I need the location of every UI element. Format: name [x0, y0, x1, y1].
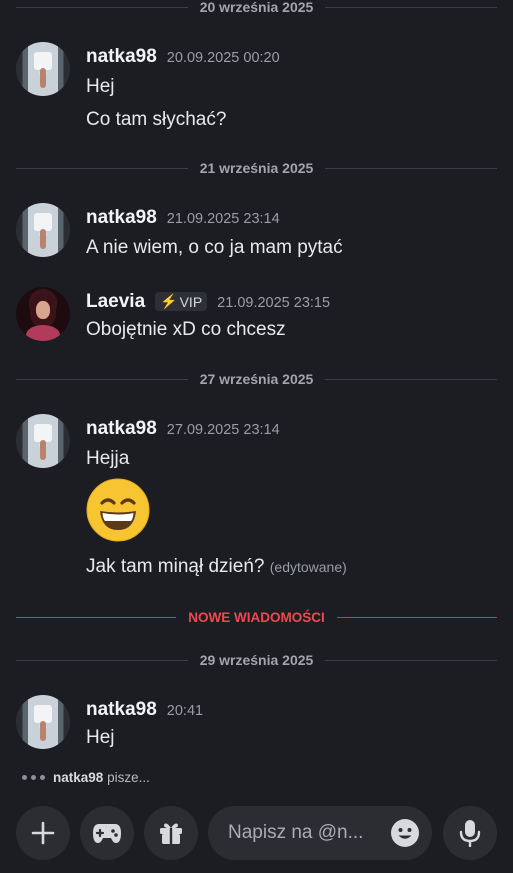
new-messages-divider: NOWE WIADOMOŚCI: [16, 607, 497, 627]
date-divider: 29 września 2025: [16, 650, 498, 670]
vip-badge-label: VIP: [179, 293, 203, 310]
author-name[interactable]: natka98: [86, 46, 157, 68]
message-timestamp: 21.09.2025 23:15: [217, 295, 331, 311]
grinning-squinting-face-icon[interactable]: [86, 478, 150, 542]
edited-label: (edytowane): [269, 559, 347, 575]
gamepad-icon: [93, 824, 121, 843]
message-text[interactable]: Co tam słychać?: [86, 109, 226, 131]
date-divider-label: 29 września 2025: [199, 652, 314, 668]
message-timestamp: 20.09.2025 00:20: [166, 50, 280, 66]
message-text[interactable]: Obojętnie xD co chcesz: [86, 319, 286, 341]
avatar[interactable]: [16, 414, 70, 468]
date-divider-label: 20 września 2025: [199, 0, 314, 15]
message-text[interactable]: Hej: [86, 727, 115, 749]
avatar[interactable]: [16, 695, 70, 749]
gift-icon: [160, 823, 182, 844]
lightning-bolt-icon: ⚡: [160, 293, 178, 309]
chat-messages[interactable]: 20 września 2025 natka98 20.09.2025 00:2…: [0, 0, 513, 795]
typing-text: pisze...: [107, 770, 150, 785]
message-composer: [0, 795, 513, 873]
add-attachment-button[interactable]: [16, 806, 70, 860]
gift-button[interactable]: [144, 806, 198, 860]
message-timestamp: 27.09.2025 23:14: [166, 422, 280, 438]
author-name[interactable]: natka98: [86, 699, 157, 721]
activities-button[interactable]: [80, 806, 134, 860]
date-divider-label: 27 września 2025: [199, 371, 314, 387]
date-divider-label: 21 września 2025: [199, 160, 314, 176]
typing-dots-icon: [22, 775, 45, 780]
avatar[interactable]: [16, 42, 70, 96]
message-text[interactable]: Hej: [86, 76, 115, 98]
author-name[interactable]: natka98: [86, 207, 157, 229]
message-text[interactable]: Jak tam minął dzień? (edytowane): [86, 556, 347, 578]
typing-indicator: natka98 pisze...: [22, 770, 150, 785]
message-input[interactable]: [226, 821, 370, 845]
voice-message-button[interactable]: [443, 806, 497, 860]
message-text[interactable]: A nie wiem, o co ja mam pytać: [86, 237, 343, 259]
typing-user: natka98: [53, 770, 104, 785]
emoji-icon[interactable]: [390, 818, 420, 848]
message-text-content: Jak tam minął dzień?: [86, 556, 265, 577]
author-name[interactable]: natka98: [86, 418, 157, 440]
date-divider: 21 września 2025: [16, 158, 498, 178]
message-input-box[interactable]: [208, 806, 432, 860]
new-messages-label: NOWE WIADOMOŚCI: [188, 609, 325, 625]
microphone-icon: [459, 820, 481, 847]
avatar[interactable]: [16, 287, 70, 341]
vip-badge[interactable]: ⚡ VIP: [155, 292, 208, 311]
avatar[interactable]: [16, 203, 70, 257]
message-timestamp: 21.09.2025 23:14: [166, 211, 280, 227]
message-timestamp: 20:41: [166, 703, 204, 719]
plus-icon: [31, 821, 55, 845]
author-name[interactable]: Laevia: [86, 291, 145, 313]
message-text[interactable]: Hejja: [86, 448, 129, 470]
date-divider: 20 września 2025: [16, 0, 498, 17]
date-divider: 27 września 2025: [16, 369, 498, 389]
